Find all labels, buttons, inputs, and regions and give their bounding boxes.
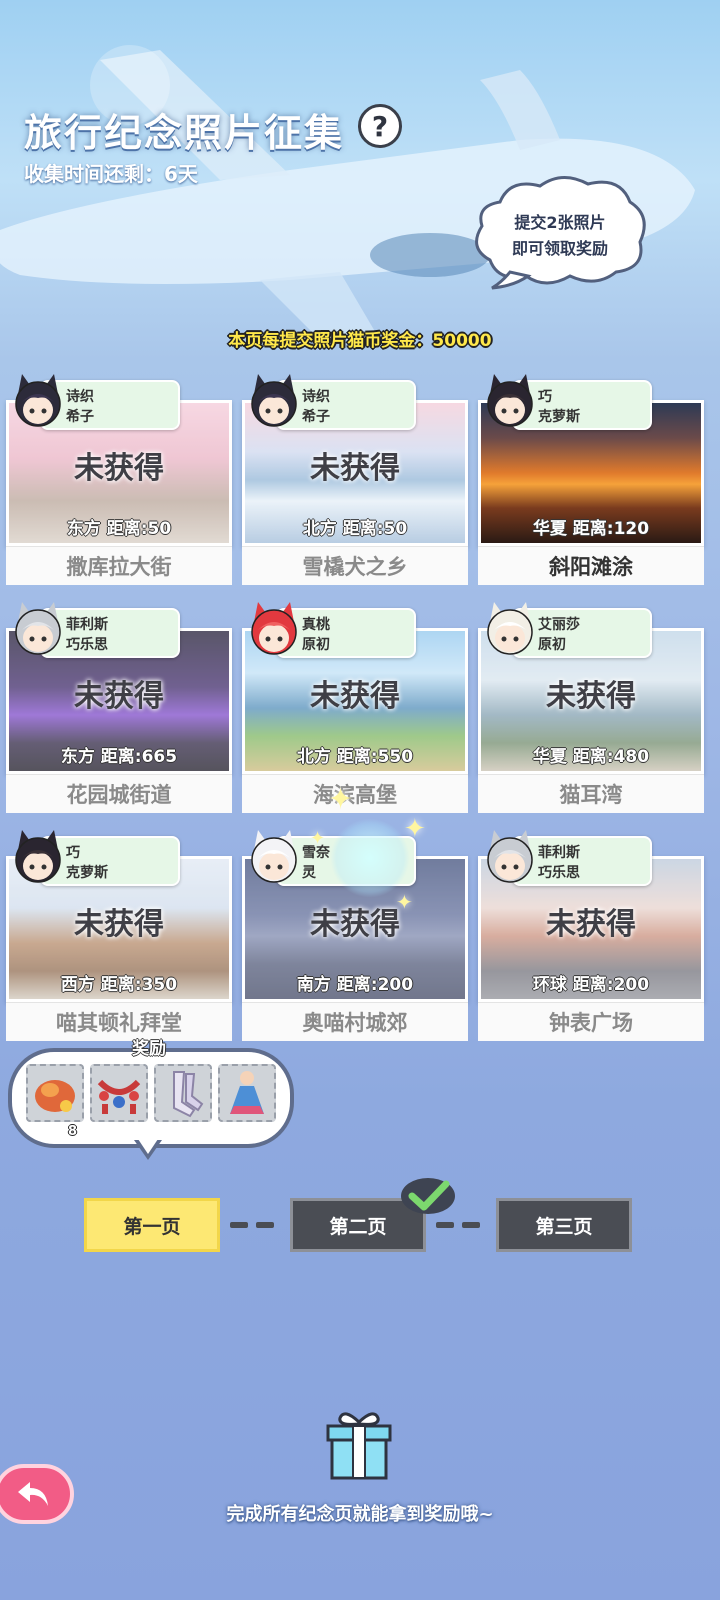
location-name: 雪橇犬之乡: [242, 546, 468, 585]
reward-item-dress[interactable]: [218, 1064, 276, 1122]
photo-status: 未获得: [310, 679, 400, 714]
photo-card[interactable]: 未获得东方 距离:50 撒库拉大街 诗织希子: [6, 372, 232, 586]
photo-card[interactable]: 未获得东方 距离:665 花园城街道 菲利斯巧乐思: [6, 600, 232, 814]
character-name-line2: 希子: [302, 409, 330, 425]
photo-distance: 北方 距离:550: [296, 747, 414, 767]
sparkle-icon: ✦: [310, 828, 326, 849]
photo-card[interactable]: 未获得北方 距离:550 海滨高堡 真桃原初: [242, 600, 468, 814]
bubble-line-2: 即可领取奖励: [511, 239, 608, 258]
photo-status: 未获得: [546, 679, 636, 714]
bubble-line-1: 提交2张照片: [514, 213, 606, 232]
glow-effect: [330, 818, 410, 898]
character-name-line1: 菲利斯: [66, 617, 108, 633]
photo-distance: 北方 距离:50: [302, 519, 408, 539]
tab-page-2-label: 第二页: [329, 1215, 387, 1238]
photo-card[interactable]: 华夏 距离:120 斜阳滩涂 巧克萝斯: [478, 372, 704, 586]
photo-card[interactable]: 未获得环球 距离:200 钟表广场 菲利斯巧乐思: [478, 828, 704, 1042]
cat-girl-avatar-icon: [251, 374, 297, 427]
cat-girl-avatar-icon: [251, 830, 297, 883]
photo-card[interactable]: 未获得北方 距离:50 雪橇犬之乡 诗织希子: [242, 372, 468, 586]
photo-status: 未获得: [310, 907, 400, 942]
character-name-line1: 真桃: [302, 617, 330, 633]
character-name-line1: 巧: [538, 389, 552, 405]
character-name-line1: 菲利斯: [538, 845, 580, 861]
character-name-line1: 诗织: [66, 389, 94, 405]
sparkle-icon: ✦: [328, 782, 354, 817]
completion-hint: 完成所有纪念页就能拿到奖励哦~: [226, 1504, 494, 1525]
back-arrow-icon: [18, 1482, 48, 1506]
back-button[interactable]: [0, 1464, 74, 1524]
photo-status: 未获得: [74, 679, 164, 714]
location-name: 奥喵村城郊: [242, 1002, 468, 1041]
tab-page-1[interactable]: 第一页: [84, 1198, 220, 1252]
photo-status: 未获得: [546, 907, 636, 942]
character-name-line2: 克萝斯: [66, 865, 108, 881]
sparkle-icon: ✦: [404, 814, 426, 844]
photo-distance: 西方 距离:350: [60, 975, 178, 995]
location-name: 喵其顿礼拜堂: [6, 1002, 232, 1041]
photo-distance: 华夏 距离:480: [532, 747, 650, 767]
question-icon: ?: [371, 109, 389, 143]
help-button[interactable]: ?: [358, 104, 402, 148]
time-remaining: 收集时间还剩：6天: [24, 162, 198, 186]
cat-girl-avatar-icon: [487, 830, 533, 883]
cat-girl-avatar-icon: [487, 602, 533, 655]
photo-status: 未获得: [310, 451, 400, 486]
cat-girl-avatar-icon: [251, 602, 297, 655]
bonus-banner: 本页每提交照片猫币奖金：50000: [228, 331, 492, 351]
red-garland-icon: [97, 1079, 141, 1114]
character-name-line2: 克萝斯: [538, 409, 580, 425]
character-name-line2: 原初: [302, 637, 330, 653]
cat-girl-avatar-icon: [487, 374, 533, 427]
photo-distance: 华夏 距离:120: [532, 519, 650, 539]
photo-status: 未获得: [74, 451, 164, 486]
tab-connector: [462, 1222, 480, 1228]
character-name-line2: 原初: [538, 637, 566, 653]
reward-count: 8: [68, 1124, 78, 1139]
character-name-line2: 巧乐思: [538, 865, 580, 881]
character-name-line2: 巧乐思: [66, 637, 108, 653]
photo-card[interactable]: 未获得华夏 距离:480 猫耳湾 艾丽莎原初: [478, 600, 704, 814]
tab-connector: [230, 1222, 248, 1228]
checkmark-icon: [401, 1178, 455, 1214]
fish-food-icon: [35, 1080, 75, 1112]
character-name-line2: 希子: [66, 409, 94, 425]
photo-distance: 东方 距离:665: [60, 747, 178, 767]
location-name: 花园城街道: [6, 774, 232, 813]
page-title: 旅行纪念照片征集: [24, 111, 345, 155]
location-name: 撒库拉大街: [6, 546, 232, 585]
gift-box-icon[interactable]: [322, 1408, 396, 1482]
location-name: 斜阳滩涂: [478, 546, 704, 585]
location-name: 猫耳湾: [478, 774, 704, 813]
stockings-icon: [173, 1071, 204, 1118]
character-name-line2: 灵: [302, 865, 316, 881]
tab-page-3[interactable]: 第三页: [496, 1198, 632, 1252]
cat-girl-avatar-icon: [15, 602, 61, 655]
speech-cloud-text: 提交2张照片 即可领取奖励: [470, 210, 650, 262]
character-name-line1: 诗织: [302, 389, 330, 405]
photo-distance: 南方 距离:200: [296, 975, 414, 995]
tab-connector: [256, 1222, 274, 1228]
tab-page-3-label: 第三页: [535, 1215, 593, 1238]
dress-outfit-icon: [230, 1071, 264, 1114]
tab-page-1-label: 第一页: [123, 1215, 181, 1238]
photo-distance: 东方 距离:50: [66, 519, 172, 539]
photo-distance: 环球 距离:200: [532, 975, 650, 995]
location-name: 钟表广场: [478, 1002, 704, 1041]
character-name-line1: 艾丽莎: [538, 617, 580, 633]
character-name-line1: 巧: [66, 845, 80, 861]
photo-status: 未获得: [74, 907, 164, 942]
sparkle-icon: ✦: [396, 890, 413, 914]
reward-item-garland[interactable]: [90, 1064, 148, 1122]
tab-connector: [436, 1222, 454, 1228]
cat-girl-avatar-icon: [15, 374, 61, 427]
cat-girl-avatar-icon: [15, 830, 61, 883]
reward-label: 奖励: [132, 1039, 166, 1059]
reward-panel-tail-inner: [138, 1139, 158, 1154]
reward-item-stockings[interactable]: [154, 1064, 212, 1122]
reward-item-fish-food[interactable]: [26, 1064, 84, 1122]
location-name: 海滨高堡: [242, 774, 468, 813]
photo-card[interactable]: 未获得西方 距离:350 喵其顿礼拜堂 巧克萝斯: [6, 828, 232, 1042]
